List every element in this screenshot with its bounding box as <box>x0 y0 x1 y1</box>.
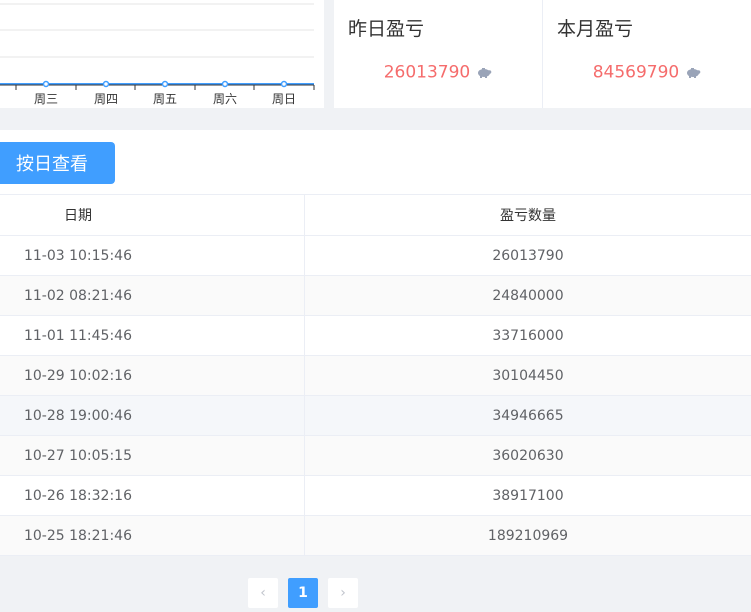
column-spacer <box>156 195 305 235</box>
yesterday-pnl-card: 昨日盈亏 26013790 <box>334 0 543 108</box>
view-by-day-button[interactable]: 按日查看 <box>0 142 115 184</box>
table-row[interactable]: 10-29 10:02:16 30104450 <box>0 356 751 396</box>
amount-cell: 189210969 <box>487 527 569 544</box>
column-spacer <box>156 396 305 435</box>
date-column-header: 日期 <box>64 208 92 224</box>
date-cell: 11-03 10:15:46 <box>23 247 132 264</box>
date-cell: 11-01 11:45:46 <box>23 327 132 344</box>
x-tick-label: 周四 <box>94 92 118 106</box>
table-row[interactable]: 11-02 08:21:46 24840000 <box>0 276 751 316</box>
prev-page-button[interactable]: ‹ <box>248 578 278 608</box>
amount-cell: 36020630 <box>492 447 564 464</box>
amount-cell: 24840000 <box>492 287 564 304</box>
column-spacer <box>156 516 305 555</box>
date-cell: 10-25 18:21:46 <box>23 527 132 544</box>
table-row[interactable]: 10-28 19:00:46 34946665 <box>0 396 751 436</box>
piggy-bank-icon <box>686 63 701 82</box>
month-pnl-card: 本月盈亏 84569790 <box>543 0 751 108</box>
data-point <box>102 80 110 88</box>
amount-cell: 30104450 <box>492 367 564 384</box>
page-number-button[interactable]: 1 <box>288 578 318 608</box>
table-row[interactable]: 11-01 11:45:46 33716000 <box>0 316 751 356</box>
date-cell: 10-26 18:32:16 <box>23 487 132 504</box>
x-tick-label: 周三 <box>34 92 58 106</box>
data-point <box>161 80 169 88</box>
weekly-chart: 周三 周四 周五 周六 周日 <box>0 3 315 106</box>
date-cell: 10-29 10:02:16 <box>23 367 132 384</box>
x-tick-label: 周六 <box>213 92 237 106</box>
amount-cell: 26013790 <box>492 247 564 264</box>
data-point <box>42 80 50 88</box>
piggy-bank-icon <box>477 63 492 82</box>
yesterday-pnl-value: 26013790 <box>383 62 471 83</box>
table-row[interactable]: 10-27 10:05:15 36020630 <box>0 436 751 476</box>
column-spacer <box>156 276 305 315</box>
month-pnl-title: 本月盈亏 <box>557 18 634 40</box>
pagination: ‹ 1 › <box>248 578 358 608</box>
table-row[interactable]: 11-03 10:15:46 26013790 <box>0 236 751 276</box>
column-spacer <box>156 436 305 475</box>
table-row[interactable]: 10-26 18:32:16 38917100 <box>0 476 751 516</box>
x-tick-label: 周日 <box>272 92 296 106</box>
pnl-table: 日期 盈亏数量 11-03 10:15:46 26013790 11-02 08… <box>0 194 751 556</box>
next-page-button[interactable]: › <box>328 578 358 608</box>
x-tick-label: 周五 <box>153 92 177 106</box>
data-point <box>221 80 229 88</box>
data-point <box>280 80 288 88</box>
date-cell: 11-02 08:21:46 <box>23 287 132 304</box>
yesterday-pnl-title: 昨日盈亏 <box>348 18 425 40</box>
column-spacer <box>156 236 305 275</box>
column-spacer <box>156 316 305 355</box>
date-cell: 10-28 19:00:46 <box>23 407 132 424</box>
date-cell: 10-27 10:05:15 <box>23 447 132 464</box>
month-pnl-value-row: 84569790 <box>543 62 751 83</box>
month-pnl-value: 84569790 <box>592 62 680 83</box>
amount-column-header: 盈亏数量 <box>500 208 556 224</box>
column-spacer <box>156 476 305 515</box>
table-toolbar: 按日查看 <box>0 130 751 194</box>
weekly-chart-panel: 周三 周四 周五 周六 周日 <box>0 0 324 108</box>
table-header-row: 日期 盈亏数量 <box>0 195 751 236</box>
column-spacer <box>156 356 305 395</box>
amount-cell: 33716000 <box>492 327 564 344</box>
amount-cell: 34946665 <box>492 407 564 424</box>
amount-cell: 38917100 <box>492 487 564 504</box>
table-row[interactable]: 10-25 18:21:46 189210969 <box>0 516 751 556</box>
yesterday-pnl-value-row: 26013790 <box>334 62 542 83</box>
